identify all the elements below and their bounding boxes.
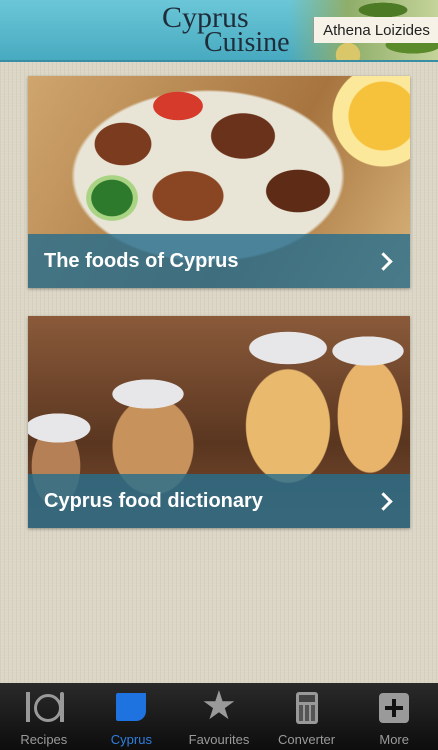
tab-more[interactable]: More: [350, 683, 438, 750]
tab-label: Converter: [278, 732, 336, 747]
card-title: The foods of Cyprus: [44, 249, 239, 272]
plus-box-icon: [374, 690, 414, 728]
tab-bar: Recipes Cyprus ★ Favourites Converter Mo…: [0, 683, 438, 750]
tab-label: Recipes: [20, 732, 68, 747]
plate-cutlery-icon: [24, 690, 64, 728]
tab-label: More: [379, 732, 409, 747]
calculator-icon: [287, 690, 327, 728]
logo-line-2: Cuisine: [204, 27, 290, 58]
chevron-right-icon: [374, 491, 393, 511]
food-dictionary-card[interactable]: Cyprus food dictionary: [28, 316, 410, 528]
tab-converter[interactable]: Converter: [263, 683, 351, 750]
card-title: Cyprus food dictionary: [44, 489, 263, 512]
chevron-right-icon: [374, 251, 393, 271]
tab-recipes[interactable]: Recipes: [0, 683, 88, 750]
tab-label: Favourites: [188, 732, 250, 747]
cyprus-map-icon: [111, 690, 151, 728]
card-banner[interactable]: The foods of Cyprus: [28, 234, 410, 288]
tab-cyprus[interactable]: Cyprus: [88, 683, 176, 750]
author-label: Athena Loizides: [313, 17, 438, 43]
card-banner[interactable]: Cyprus food dictionary: [28, 474, 410, 528]
tab-label: Cyprus: [110, 732, 152, 747]
foods-of-cyprus-card[interactable]: The foods of Cyprus: [28, 76, 410, 288]
app-logo: Cyprus Cuisine: [162, 2, 302, 58]
tab-favourites[interactable]: ★ Favourites: [175, 683, 263, 750]
header: Cyprus Cuisine Athena Loizides: [0, 0, 438, 62]
star-icon: ★: [201, 684, 237, 728]
